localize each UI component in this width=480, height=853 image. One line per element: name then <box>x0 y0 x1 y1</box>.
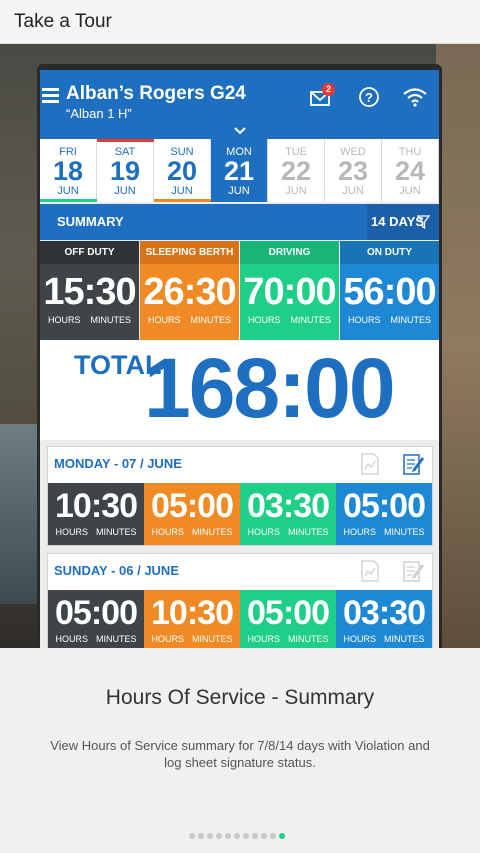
help-icon[interactable]: ? <box>358 86 384 108</box>
day-card[interactable]: SUNDAY - 06 / JUNE 05:00 HOURS MINUTES 10… <box>47 553 433 648</box>
violation-chart-icon[interactable] <box>359 452 381 476</box>
svg-text:?: ? <box>365 90 373 105</box>
total-driving: DRIVING 70:00 HOURS MINUTES <box>240 241 339 340</box>
driver-subtitle: “Alban 1 H” <box>66 106 132 121</box>
day-off-duty: 05:00 HOURS MINUTES <box>48 590 144 648</box>
page-dot[interactable] <box>261 833 267 839</box>
filter-icon <box>417 215 430 229</box>
day-status-bar <box>154 199 211 202</box>
day-item[interactable]: THU 24 JUN <box>382 139 439 202</box>
day-sleeping-berth: 05:00 HOURS MINUTES <box>144 483 240 545</box>
range-filter-button[interactable]: 14 DAYS <box>367 204 439 240</box>
day-driving: 05:00 HOURS MINUTES <box>240 590 336 648</box>
day-status-bar <box>40 199 97 202</box>
page-dot[interactable] <box>279 833 285 839</box>
driver-name: Alban’s Rogers G24 <box>66 83 246 104</box>
page-dot[interactable] <box>225 833 231 839</box>
day-sleeping-berth: 10:30 HOURS MINUTES <box>144 590 240 648</box>
grand-total: TOTAL 168:00 <box>40 340 439 440</box>
day-item[interactable]: WED 23 JUN <box>325 139 382 202</box>
day-item[interactable]: FRI 18 JUN <box>40 139 97 202</box>
violation-chart-icon[interactable] <box>359 559 381 583</box>
page-dot[interactable] <box>252 833 258 839</box>
total-sleeping-berth: SLEEPING BERTH 26:30 HOURS MINUTES <box>140 241 239 340</box>
chevron-down-icon[interactable] <box>233 125 247 137</box>
page-dot[interactable] <box>270 833 276 839</box>
day-card-title: SUNDAY - 06 / JUNE <box>54 563 179 578</box>
mail-badge: 2 <box>322 83 335 96</box>
day-selector: FRI 18 JUN SAT 19 JUN SUN 20 JUN MON 21 … <box>40 139 439 202</box>
page-dot[interactable] <box>198 833 204 839</box>
day-driving: 03:30 HOURS MINUTES <box>240 483 336 545</box>
day-off-duty: 10:30 HOURS MINUTES <box>48 483 144 545</box>
tour-caption-panel: Hours Of Service - Summary View Hours of… <box>0 648 480 853</box>
grand-total-value: 168:00 <box>144 341 396 435</box>
page-dot[interactable] <box>243 833 249 839</box>
page-dot[interactable] <box>216 833 222 839</box>
day-status-bar <box>97 139 154 142</box>
totals-grid: OFF DUTY 15:30 HOURS MINUTES SLEEPING BER… <box>40 241 439 340</box>
day-on-duty: 05:00 HOURS MINUTES <box>336 483 432 545</box>
total-on-duty: ON DUTY 56:00 HOURS MINUTES <box>340 241 439 340</box>
menu-icon[interactable] <box>42 88 59 103</box>
app-header: Alban’s Rogers G24 “Alban 1 H” 2 ? <box>40 70 439 125</box>
sign-log-icon[interactable] <box>402 559 424 583</box>
summary-label: SUMMARY <box>57 214 124 229</box>
tour-topbar: Take a Tour <box>0 0 480 44</box>
day-item[interactable]: SAT 19 JUN <box>97 139 154 202</box>
day-item[interactable]: SUN 20 JUN <box>154 139 211 202</box>
tour-slide-title: Hours Of Service - Summary <box>105 686 375 709</box>
day-card-title: MONDAY - 07 / JUNE <box>54 456 182 471</box>
day-item-selected[interactable]: MON 21 JUN <box>211 139 268 202</box>
page-dot[interactable] <box>207 833 213 839</box>
tour-slide-description: View Hours of Service summary for 7/8/14… <box>50 738 430 770</box>
sign-log-icon[interactable] <box>402 452 424 476</box>
page-dot[interactable] <box>189 833 195 839</box>
day-item[interactable]: TUE 22 JUN <box>268 139 325 202</box>
day-card[interactable]: MONDAY - 07 / JUNE 10:30 HOURS MINUTES 05… <box>47 446 433 546</box>
tour-title: Take a Tour <box>14 11 112 32</box>
app-screen: Alban’s Rogers G24 “Alban 1 H” 2 ? FRI 1… <box>40 70 439 648</box>
day-on-duty: 03:30 HOURS MINUTES <box>336 590 432 648</box>
page-dot[interactable] <box>234 833 240 839</box>
summary-bar: SUMMARY 14 DAYS <box>40 204 439 240</box>
total-off-duty: OFF DUTY 15:30 HOURS MINUTES <box>40 241 139 340</box>
wifi-icon[interactable] <box>402 86 428 108</box>
